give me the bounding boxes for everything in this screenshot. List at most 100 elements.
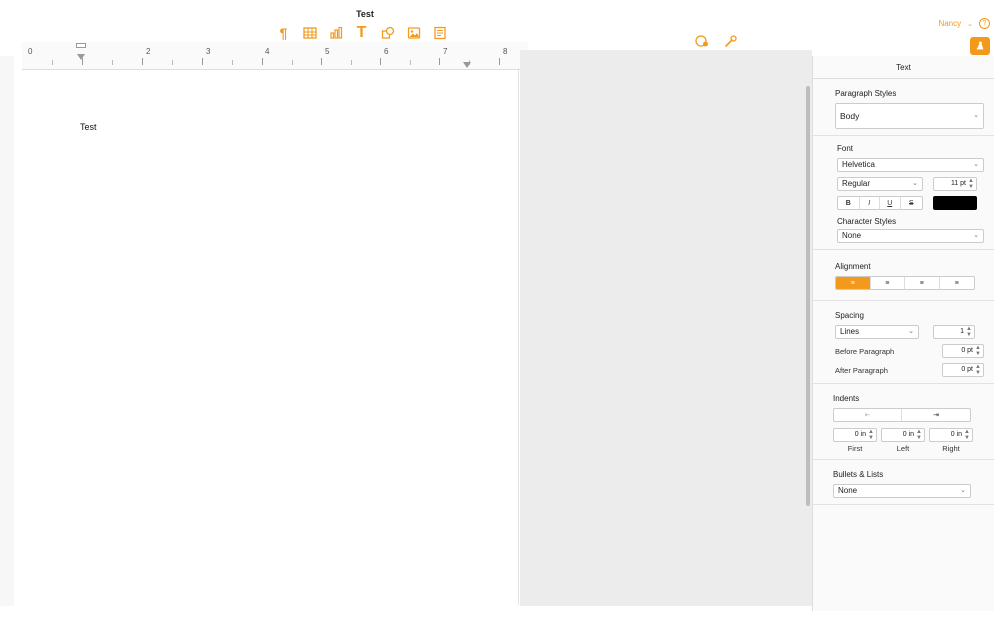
alignment-buttons: ≡ ≡ ≡ ≡ <box>835 276 975 290</box>
indents-title: Indents <box>833 394 860 403</box>
ruler-tick <box>262 58 263 65</box>
before-paragraph-value: 0 pt <box>961 347 973 354</box>
before-paragraph-label: Before Paragraph <box>835 346 895 356</box>
chart-icon <box>329 26 342 39</box>
canvas-margin <box>0 56 14 606</box>
spacing-mode-select[interactable]: Lines ⌄ <box>835 325 919 339</box>
collaborate-button[interactable] <box>692 32 711 50</box>
first-indent-stepper[interactable]: 0 in ▲ ▼ <box>833 428 877 442</box>
help-icon[interactable]: ? <box>979 18 990 29</box>
ruler-label: 0 <box>28 47 33 56</box>
paragraph-style-value: Body <box>840 111 860 121</box>
stepper-arrows-icon: ▲ ▼ <box>975 364 981 376</box>
vertical-scrollbar[interactable] <box>806 86 810 506</box>
paragraph-icon: ¶ <box>279 25 288 41</box>
align-left-button[interactable]: ≡ <box>836 277 871 289</box>
bullets-select[interactable]: None ⌄ <box>833 484 971 498</box>
stepper-arrows-icon: ▲ ▼ <box>966 326 972 338</box>
ruler-label: 7 <box>443 47 448 56</box>
decrease-indent-button[interactable]: ⇤ <box>834 409 902 421</box>
media-button[interactable] <box>404 24 423 42</box>
ruler-label: 3 <box>206 47 211 56</box>
ruler-label: 6 <box>384 47 389 56</box>
bold-button[interactable]: B <box>838 197 860 209</box>
text-box-button[interactable]: T <box>352 24 371 42</box>
media-icon <box>407 27 420 39</box>
increase-indent-icon: ⇥ <box>933 412 939 419</box>
chart-button[interactable] <box>326 24 345 42</box>
format-inspector-button[interactable] <box>970 37 990 55</box>
document-page[interactable]: Test <box>14 70 519 605</box>
ruler-tick <box>292 60 293 65</box>
align-right-icon: ≡ <box>919 279 924 287</box>
ruler-tick <box>380 58 381 65</box>
left-indent-stepper[interactable]: 0 in ▲ ▼ <box>881 428 925 442</box>
ruler-tick <box>321 58 322 65</box>
character-style-value: None <box>842 231 862 240</box>
paintbrush-icon <box>976 41 984 50</box>
right-indent-stepper[interactable]: 0 in ▲ ▼ <box>929 428 973 442</box>
user-menu[interactable]: Nancy ⌄ ? <box>938 18 990 29</box>
user-name: Nancy <box>938 19 962 28</box>
text-color-well[interactable] <box>933 196 977 210</box>
typeface-select[interactable]: Regular ⌄ <box>837 177 923 191</box>
font-size-stepper[interactable]: 11 pt ▲ ▼ <box>933 177 977 191</box>
body-text[interactable]: Test <box>80 122 97 132</box>
paragraph-style-select[interactable]: Body ⌄ <box>835 103 984 129</box>
right-indent-label: Right <box>942 444 960 453</box>
spacing-title: Spacing <box>835 311 864 320</box>
right-tools <box>692 32 740 50</box>
underline-button[interactable]: U <box>880 197 901 209</box>
ruler-tick <box>52 60 53 65</box>
ruler-tick <box>439 58 440 65</box>
font-title: Font <box>837 144 854 153</box>
settings-button[interactable] <box>721 32 740 50</box>
ruler[interactable]: 0 2 3 4 5 6 7 8 <box>22 42 528 70</box>
first-indent-group: 0 in ▲ ▼ First <box>833 428 877 453</box>
shape-icon <box>381 26 394 39</box>
align-right-button[interactable]: ≡ <box>905 277 940 289</box>
paragraph-button[interactable]: ¶ <box>274 24 293 42</box>
after-paragraph-value: 0 pt <box>961 366 973 373</box>
align-justify-icon: ≡ <box>954 279 959 287</box>
left-indent-label: Left <box>896 444 910 453</box>
first-line-indent-marker[interactable] <box>76 43 86 48</box>
font-size-value: 11 pt <box>950 180 966 187</box>
tab-text[interactable]: Text <box>813 56 994 79</box>
before-paragraph-stepper[interactable]: 0 pt ▲ ▼ <box>942 344 984 358</box>
strikethrough-button[interactable]: S <box>901 197 922 209</box>
align-center-icon: ≡ <box>885 279 890 287</box>
stepper-arrows-icon: ▲ ▼ <box>975 345 981 357</box>
ruler-label: 2 <box>146 47 151 56</box>
left-indent-value: 0 in <box>902 431 914 438</box>
stepper-arrows-icon: ▲ ▼ <box>964 429 970 441</box>
spacing-section: Spacing Lines ⌄ 1 ▲ ▼ Before Paragraph 0 … <box>813 301 994 384</box>
bullets-section: Bullets & Lists None ⌄ <box>813 460 994 505</box>
spacing-mode-value: Lines <box>840 327 860 336</box>
left-indent-marker[interactable] <box>77 54 85 60</box>
line-spacing-value: 1 <box>960 328 964 335</box>
decrease-indent-icon: ⇤ <box>864 412 871 419</box>
shape-button[interactable] <box>378 24 397 42</box>
align-center-button[interactable]: ≡ <box>871 277 905 289</box>
table-button[interactable] <box>300 24 319 42</box>
increase-indent-button[interactable]: ⇥ <box>902 409 970 421</box>
chevron-down-icon: ⌄ <box>973 112 979 119</box>
line-spacing-stepper[interactable]: 1 ▲ ▼ <box>933 325 975 339</box>
ruler-tick <box>142 58 143 65</box>
canvas-background <box>520 50 812 606</box>
comment-button[interactable] <box>430 24 449 42</box>
font-family-select[interactable]: Helvetica ⌄ <box>837 158 984 172</box>
paragraph-styles-section: Paragraph Styles Body ⌄ <box>813 79 994 136</box>
right-indent-value: 0 in <box>950 431 962 438</box>
character-styles-title: Character Styles <box>837 217 897 226</box>
character-style-select[interactable]: None ⌄ <box>837 229 984 243</box>
chevron-down-icon: ⌄ <box>908 328 914 335</box>
italic-button[interactable]: I <box>860 197 881 209</box>
first-indent-value: 0 in <box>854 431 866 438</box>
align-justify-button[interactable]: ≡ <box>940 277 974 289</box>
right-indent-marker[interactable] <box>463 62 471 68</box>
font-family-value: Helvetica <box>842 160 875 169</box>
ruler-tick <box>172 60 173 65</box>
after-paragraph-stepper[interactable]: 0 pt ▲ ▼ <box>942 363 984 377</box>
